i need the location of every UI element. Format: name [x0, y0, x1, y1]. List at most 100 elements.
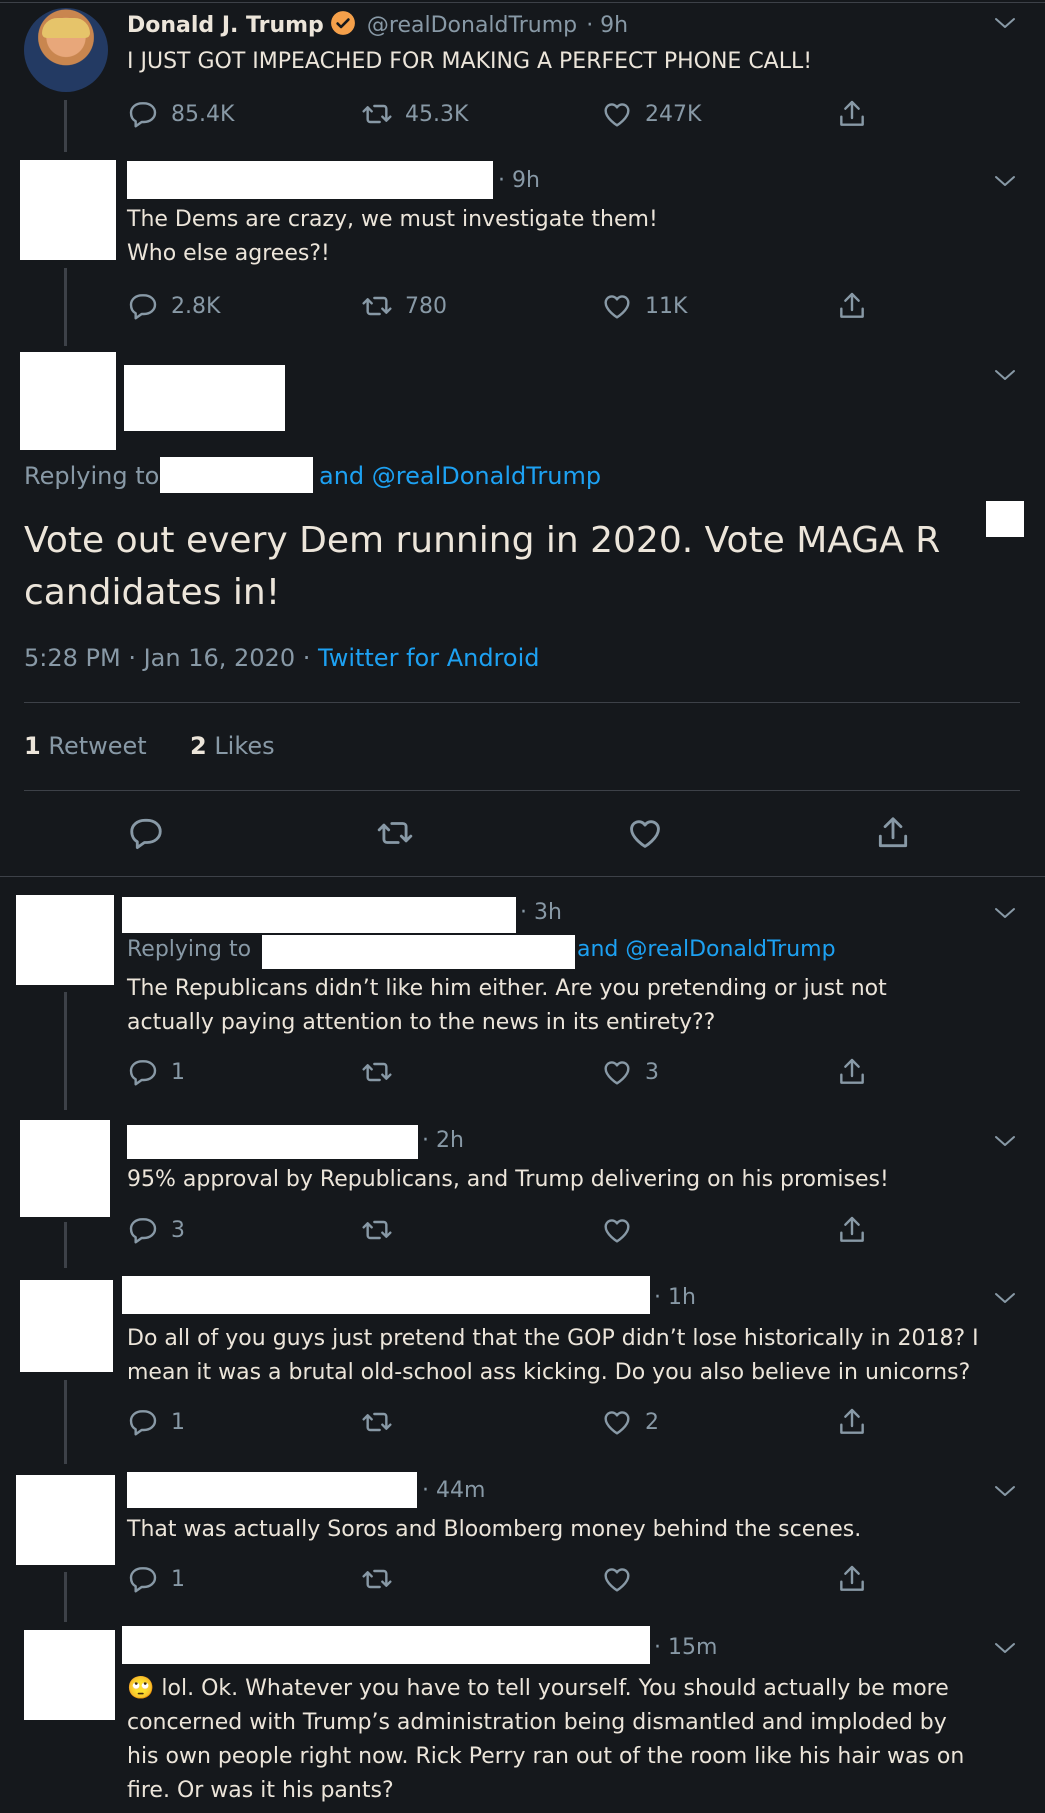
reply-button[interactable]: 85.4K: [127, 98, 234, 130]
share-button[interactable]: [836, 290, 868, 322]
redacted-mention: [262, 935, 575, 969]
avatar[interactable]: [20, 1120, 110, 1217]
avatar[interactable]: [16, 895, 114, 985]
retweet-button[interactable]: [361, 1056, 405, 1088]
reply-button[interactable]: [127, 814, 165, 852]
like-button[interactable]: [601, 1214, 645, 1246]
share-button[interactable]: [836, 1406, 868, 1438]
main-tweet-text-line-1: Vote out every Dem running in 2020. Vote…: [24, 520, 941, 561]
avatar[interactable]: [20, 160, 116, 260]
tweet-text-line-1: That was actually Soros and Bloomberg mo…: [127, 1517, 862, 1542]
tweet-source[interactable]: Twitter for Android: [318, 644, 539, 672]
share-icon: [836, 1406, 868, 1438]
chevron-down-icon[interactable]: [994, 368, 1016, 382]
tweet-text-line-2: mean it was a brutal old-school ass kick…: [127, 1360, 971, 1385]
tweet-time[interactable]: · 15m: [654, 1635, 717, 1660]
mention-link[interactable]: and @realDonaldTrump: [577, 937, 836, 962]
retweet-icon: [361, 98, 393, 130]
chevron-down-icon[interactable]: [994, 1641, 1016, 1655]
tweet-time[interactable]: · 9h: [498, 168, 540, 193]
emoji-eye-roll: 🙄: [127, 1676, 155, 1701]
retweet-button[interactable]: 780: [361, 290, 447, 322]
share-button[interactable]: [836, 1563, 868, 1595]
avatar[interactable]: [16, 1475, 115, 1565]
like-icon: [601, 1563, 633, 1595]
reply-count: 1: [171, 1409, 185, 1435]
tweet-time[interactable]: · 2h: [422, 1128, 464, 1153]
tweet-time[interactable]: · 1h: [654, 1285, 696, 1310]
tweet-time[interactable]: · 3h: [520, 900, 562, 925]
reply-button[interactable]: 1: [127, 1406, 185, 1438]
avatar[interactable]: [24, 8, 108, 92]
divider: [24, 702, 1020, 703]
tweet-text-line-2: Who else agrees?!: [127, 241, 330, 266]
chevron-down-icon[interactable]: [994, 1291, 1016, 1305]
reply-count: 85.4K: [171, 101, 235, 127]
retweet-button[interactable]: [361, 1406, 405, 1438]
share-button[interactable]: [836, 98, 868, 130]
chevron-down-icon[interactable]: [994, 174, 1016, 188]
verified-icon: [330, 10, 356, 40]
like-label[interactable]: Likes: [214, 732, 274, 760]
chevron-down-icon[interactable]: [994, 1484, 1016, 1498]
tweet-time[interactable]: · 9h: [586, 13, 628, 38]
reply-button[interactable]: 3: [127, 1214, 185, 1246]
reply-count: 1: [171, 1566, 185, 1592]
retweet-icon: [361, 1406, 393, 1438]
avatar[interactable]: [20, 352, 116, 450]
tweet-timestamp[interactable]: 5:28 PM · Jan 16, 2020 ·: [24, 644, 310, 672]
tweet-text-line-1: 🙄 lol. Ok. Whatever you have to tell you…: [127, 1672, 949, 1706]
like-button[interactable]: [601, 1563, 645, 1595]
like-icon: [601, 1056, 633, 1088]
like-total[interactable]: 2: [190, 732, 207, 760]
retweet-button[interactable]: [361, 1214, 405, 1246]
retweet-label[interactable]: Retweet: [48, 732, 146, 760]
like-icon: [626, 814, 664, 852]
tweet-text-line-1: The Dems are crazy, we must investigate …: [127, 207, 658, 232]
redacted-image: [986, 501, 1024, 537]
reply-icon: [127, 1406, 159, 1438]
tweet-meta: 5:28 PM · Jan 16, 2020 · Twitter for And…: [24, 644, 539, 672]
retweet-total[interactable]: 1: [24, 732, 41, 760]
reply-icon: [127, 1214, 159, 1246]
like-button[interactable]: 247K: [601, 98, 701, 130]
like-button[interactable]: [626, 814, 664, 852]
retweet-icon: [361, 290, 393, 322]
chevron-down-icon[interactable]: [994, 16, 1016, 30]
redacted-username: [127, 1125, 418, 1159]
author-handle[interactable]: @realDonaldTrump: [367, 13, 577, 38]
avatar[interactable]: [24, 1630, 115, 1720]
like-icon: [601, 1406, 633, 1438]
share-icon: [836, 1056, 868, 1088]
tweet-time[interactable]: · 44m: [422, 1478, 485, 1503]
chevron-down-icon[interactable]: [994, 1134, 1016, 1148]
retweet-count: 45.3K: [405, 101, 469, 127]
reply-button[interactable]: 1: [127, 1563, 185, 1595]
redacted-username: [122, 1276, 650, 1314]
like-button[interactable]: 2: [601, 1406, 659, 1438]
like-button[interactable]: 11K: [601, 290, 687, 322]
share-icon: [836, 1563, 868, 1595]
retweet-button[interactable]: [361, 1563, 405, 1595]
retweet-button[interactable]: 45.3K: [361, 98, 468, 130]
like-button[interactable]: 3: [601, 1056, 659, 1088]
redacted-username: [124, 365, 285, 431]
retweet-button[interactable]: [376, 814, 414, 852]
tweet-text-line-1: 95% approval by Republicans, and Trump d…: [127, 1167, 889, 1192]
tweet-text-line-1: Do all of you guys just pretend that the…: [127, 1326, 979, 1351]
tweet-text-line-3: his own people right now. Rick Perry ran…: [127, 1744, 965, 1769]
reply-button[interactable]: 2.8K: [127, 290, 220, 322]
mention-link[interactable]: and @realDonaldTrump: [319, 462, 601, 490]
author-name[interactable]: Donald J. Trump: [127, 13, 324, 38]
share-icon: [836, 98, 868, 130]
share-button[interactable]: [874, 814, 912, 852]
thread-line: [64, 992, 67, 1110]
reply-button[interactable]: 1: [127, 1056, 185, 1088]
redacted-username: [127, 1472, 417, 1508]
thread-line: [64, 268, 67, 346]
share-icon: [836, 1214, 868, 1246]
share-button[interactable]: [836, 1056, 868, 1088]
share-button[interactable]: [836, 1214, 868, 1246]
avatar[interactable]: [20, 1280, 113, 1372]
chevron-down-icon[interactable]: [994, 906, 1016, 920]
